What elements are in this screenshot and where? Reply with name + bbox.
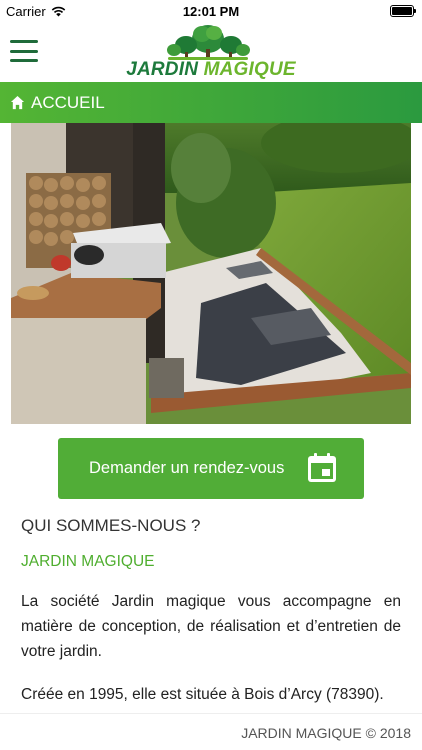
battery-icon	[390, 5, 416, 17]
request-appointment-button[interactable]: Demander un rendez-vous	[58, 438, 364, 499]
status-bar: Carrier 12:01 PM	[0, 0, 422, 22]
calendar-icon	[308, 453, 336, 482]
app-logo[interactable]: JARDIN MAGIQUE	[120, 24, 302, 80]
home-icon	[10, 95, 25, 110]
hamburger-menu-icon[interactable]	[10, 40, 38, 62]
logo-wordmark: JARDIN MAGIQUE	[120, 59, 302, 81]
logo-word-jardin: JARDIN	[126, 59, 199, 80]
copyright-text: JARDIN MAGIQUE © 2018	[241, 725, 411, 741]
breadcrumb-accueil: ACCUEIL	[31, 92, 105, 112]
company-subtitle: JARDIN MAGIQUE	[21, 553, 155, 570]
breadcrumb-bar[interactable]: ACCUEIL	[0, 82, 422, 123]
logo-word-magique: MAGIQUE	[203, 59, 296, 80]
main-content[interactable]: Demander un rendez-vous QUI SOMMES-NOUS …	[0, 123, 422, 713]
app-footer: JARDIN MAGIQUE © 2018	[0, 713, 422, 750]
section-title: QUI SOMMES-NOUS ?	[21, 516, 201, 535]
app-header: JARDIN MAGIQUE	[0, 22, 422, 82]
request-appointment-label: Demander un rendez-vous	[89, 459, 285, 477]
status-time: 12:01 PM	[182, 4, 240, 19]
logo-trees-icon	[167, 25, 250, 60]
garden-photo	[11, 123, 411, 424]
about-paragraph-1: La société Jardin magique vous accompagn…	[21, 593, 401, 660]
about-paragraph-2: Créée en 1995, elle est située à Bois d’…	[21, 686, 384, 703]
